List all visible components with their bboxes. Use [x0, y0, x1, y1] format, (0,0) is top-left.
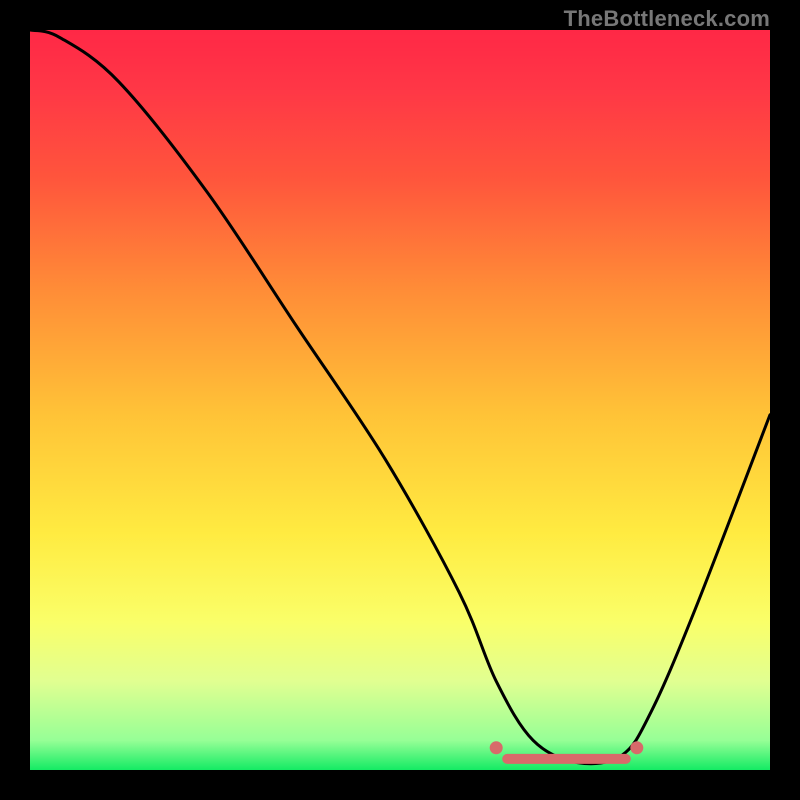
optimal-band-right-dot: [630, 741, 643, 754]
attribution-label: TheBottleneck.com: [564, 6, 770, 32]
chart-svg: [30, 30, 770, 770]
optimal-band-left-dot: [490, 741, 503, 754]
bottleneck-curve: [30, 30, 770, 764]
chart-plot-area: [30, 30, 770, 770]
optimal-range-marker: [490, 741, 644, 764]
chart-frame: TheBottleneck.com: [0, 0, 800, 800]
optimal-band-bar: [502, 754, 631, 764]
